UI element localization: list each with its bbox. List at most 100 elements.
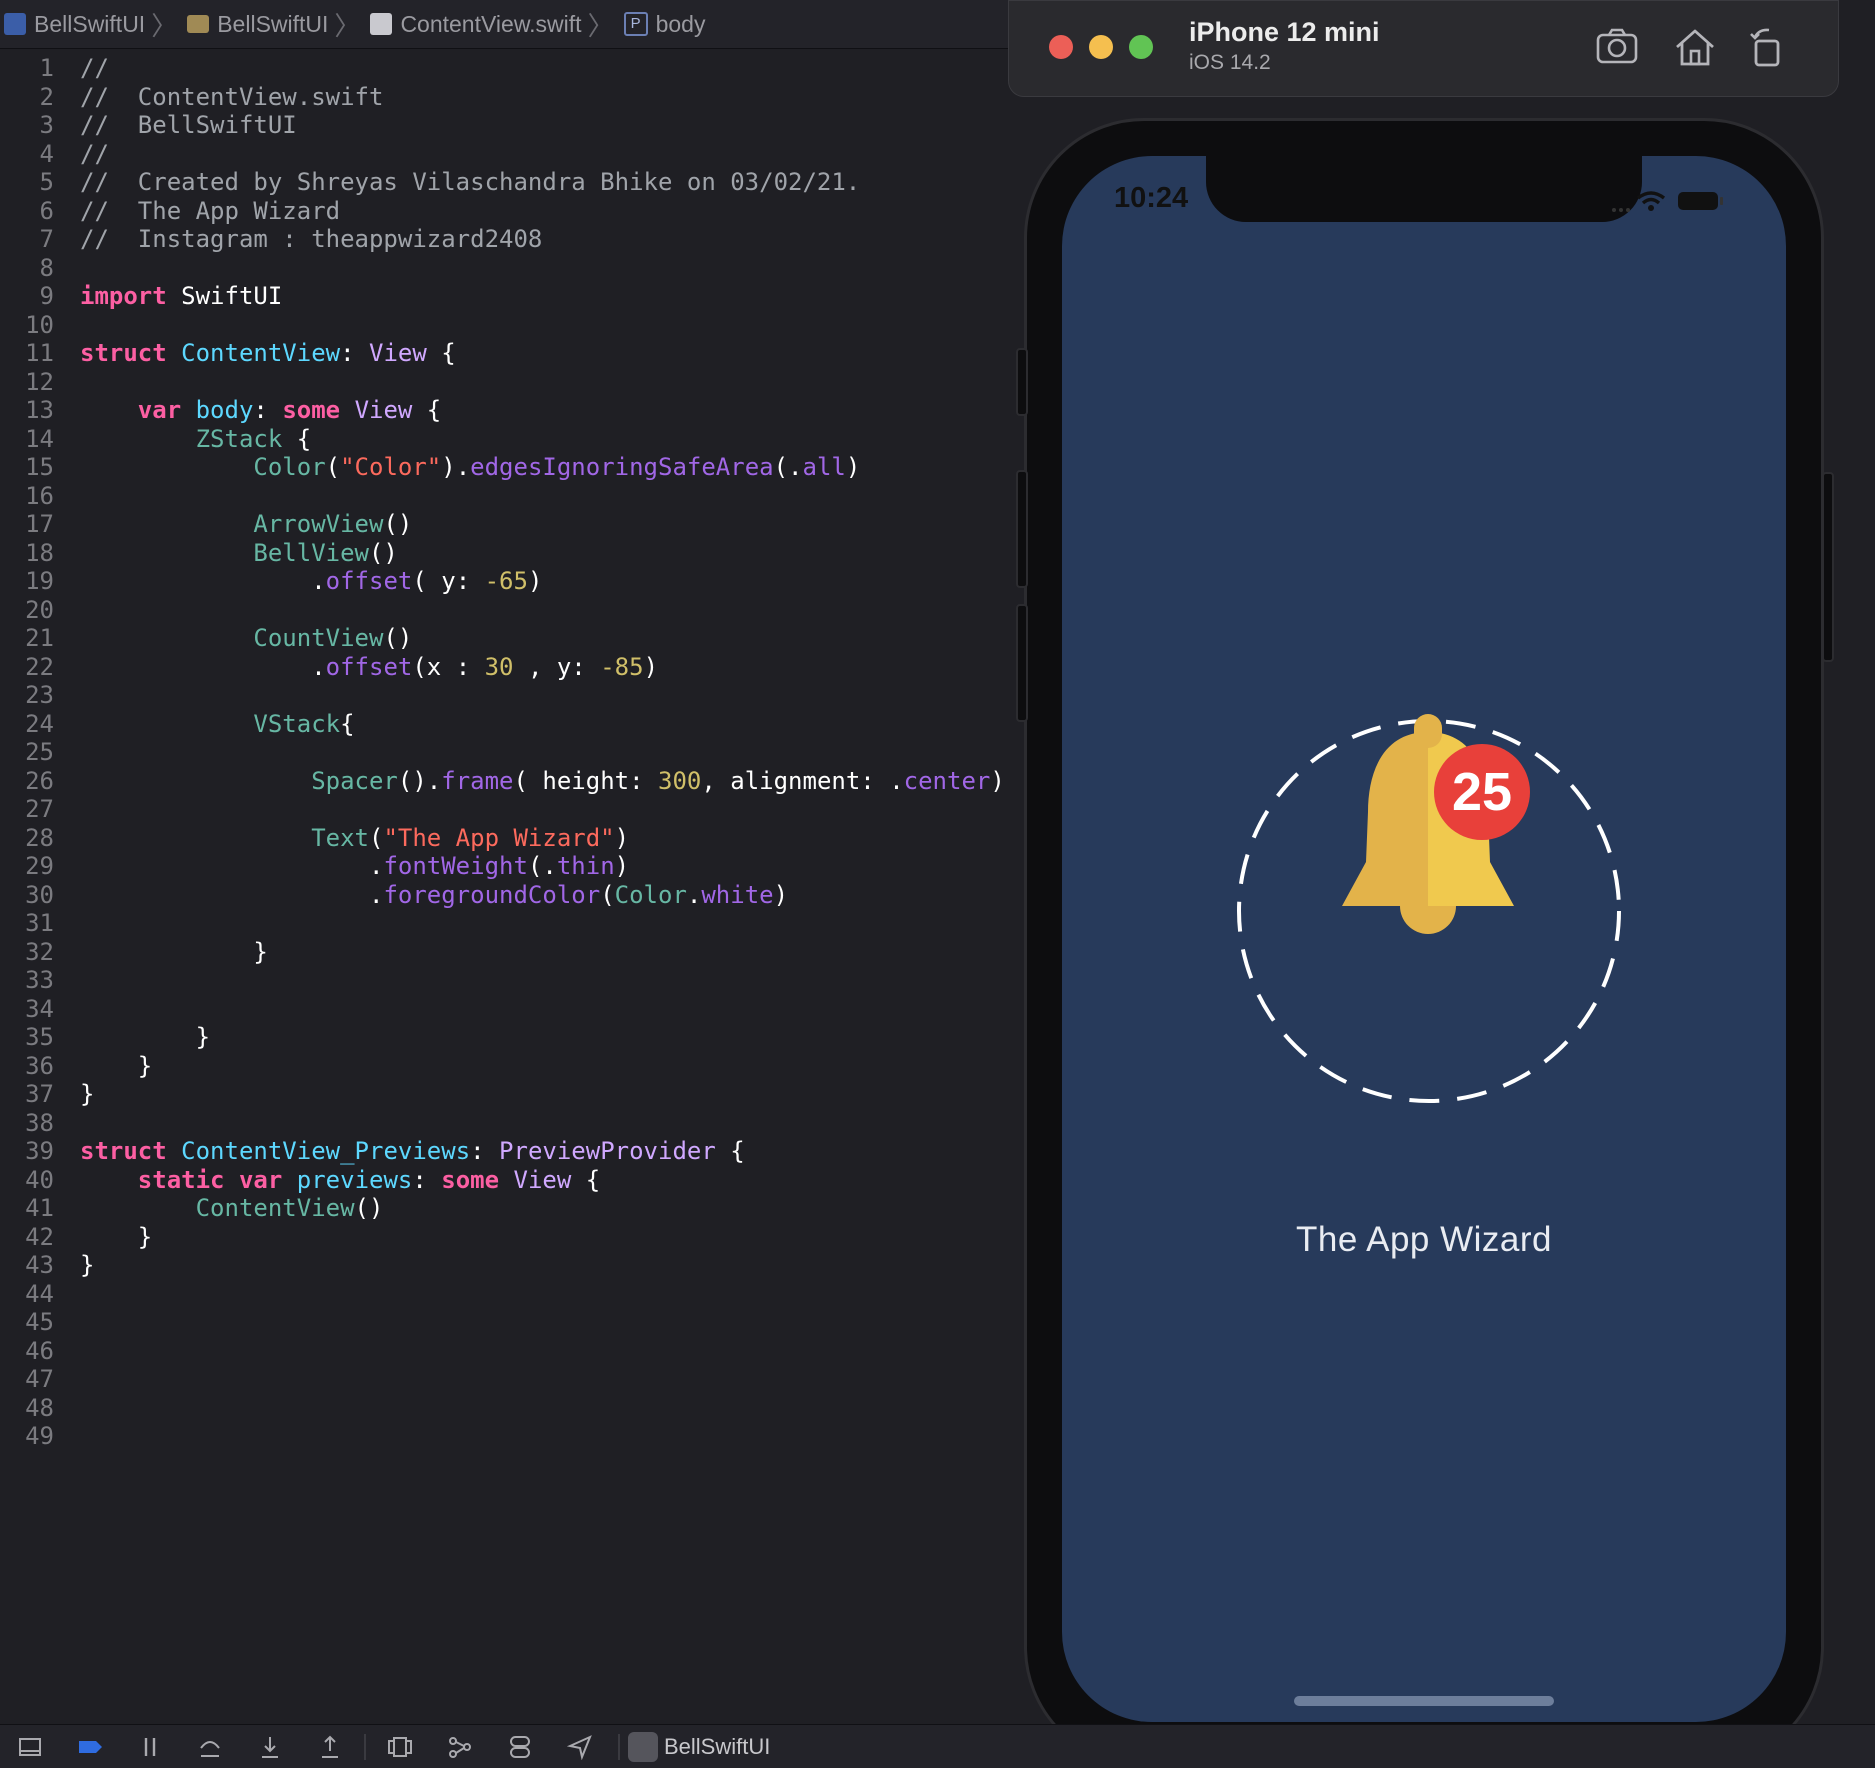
zoom-window-button[interactable] <box>1129 35 1153 59</box>
code-token: ZStack <box>195 424 283 453</box>
project-icon <box>4 13 26 35</box>
code-token: ) <box>990 766 1005 795</box>
breadcrumb-project[interactable]: BellSwiftUI <box>0 11 145 38</box>
code-token: SwiftUI <box>166 282 283 310</box>
chevron-right-icon: 〉 <box>151 10 178 41</box>
sidebar-toggle-icon[interactable] <box>17 1734 43 1760</box>
code-line[interactable]: 49 <box>0 1419 1008 1453</box>
code-token: // The App Wizard <box>80 196 341 225</box>
code-token: ( <box>368 823 384 852</box>
code-token: ) <box>614 852 630 880</box>
code-token: View <box>369 339 427 367</box>
code-token: ContentView <box>181 339 341 367</box>
simulator-screen[interactable]: 10:24 25 The App Wizard <box>1062 156 1786 1722</box>
notification-count-badge: 25 <box>1434 744 1530 840</box>
power-button <box>1822 472 1834 662</box>
code-token: : <box>340 339 370 367</box>
code-token: center <box>903 766 991 795</box>
code-token: { <box>340 709 355 738</box>
code-token: VStack <box>253 709 341 738</box>
status-bar-time: 10:24 <box>1114 182 1189 214</box>
swift-file-icon <box>370 13 393 35</box>
divider <box>364 1733 366 1760</box>
breakpoint-icon[interactable] <box>77 1734 103 1760</box>
code-token: // <box>80 54 109 82</box>
step-into-icon[interactable] <box>257 1734 283 1760</box>
breadcrumb-folder[interactable]: BellSwiftUI <box>183 11 328 38</box>
app-title-text: The App Wizard <box>1296 1220 1552 1259</box>
code-token: . <box>80 652 326 681</box>
code-token: } <box>80 1051 153 1080</box>
code-token: offset <box>325 652 413 681</box>
code-token: View <box>513 1165 572 1194</box>
close-window-button[interactable] <box>1049 35 1073 59</box>
breadcrumb-project-label: BellSwiftUI <box>34 10 146 37</box>
home-indicator[interactable] <box>1294 1696 1554 1706</box>
code-token: ContentView <box>195 1194 355 1222</box>
minimize-window-button[interactable] <box>1089 35 1113 59</box>
code-token: } <box>80 1023 211 1051</box>
code-token: { <box>715 1137 745 1165</box>
code-token: . <box>80 567 326 595</box>
code-token: { <box>412 396 442 424</box>
location-icon[interactable] <box>567 1734 593 1760</box>
code-token: } <box>80 937 268 966</box>
code-token: , y: <box>513 652 601 681</box>
line-number[interactable]: 49 <box>0 1419 54 1453</box>
code-token: foregroundColor <box>383 880 601 909</box>
code-token: var <box>137 396 182 424</box>
code-token: } <box>80 1251 95 1279</box>
rotate-icon[interactable] <box>1747 25 1791 69</box>
code-token: static <box>137 1165 225 1194</box>
chevron-right-icon: 〉 <box>587 10 614 41</box>
step-over-icon[interactable] <box>197 1734 223 1760</box>
breadcrumb-symbol-label: body <box>655 10 706 37</box>
code-editor[interactable]: 1//2// ContentView.swift 3// BellSwiftUI 4… <box>0 49 1008 1724</box>
code-token: ) <box>845 453 861 481</box>
code-token: View <box>354 396 413 424</box>
screenshot-icon[interactable] <box>1595 25 1639 69</box>
code-token: ) <box>643 652 659 681</box>
step-out-icon[interactable] <box>317 1734 343 1760</box>
code-token: // Created by Shreyas Vilaschandra Bhike… <box>80 168 861 196</box>
property-icon: P <box>623 12 648 36</box>
code-token: white <box>701 880 774 909</box>
breadcrumb-symbol[interactable]: P body <box>620 10 706 38</box>
code-token: Text <box>311 823 369 852</box>
code-token: struct <box>80 1137 167 1165</box>
view-debugger-icon[interactable] <box>387 1734 413 1760</box>
code-token: } <box>80 1222 153 1251</box>
mute-switch <box>1016 348 1028 416</box>
code-token: -85 <box>600 652 644 681</box>
wifi-icon <box>1636 191 1666 211</box>
environment-overrides-icon[interactable] <box>507 1734 533 1760</box>
code-token: ) <box>614 823 630 852</box>
code-token: Color <box>253 453 326 481</box>
code-token: some <box>282 396 341 424</box>
pause-icon[interactable] <box>137 1734 163 1760</box>
volume-down-button <box>1016 604 1028 722</box>
code-token: () <box>354 1194 384 1222</box>
memory-graph-icon[interactable] <box>447 1734 473 1760</box>
app-scheme-icon <box>628 1731 658 1762</box>
scheme-label[interactable]: BellSwiftUI <box>664 1734 770 1760</box>
code-token: : <box>253 396 283 424</box>
code-token: // <box>80 139 109 168</box>
code-token: // BellSwiftUI <box>80 111 297 139</box>
code-token: Spacer <box>311 766 398 795</box>
code-token: { <box>571 1165 601 1194</box>
breadcrumb-file[interactable]: ContentView.swift <box>366 10 582 38</box>
breadcrumb-file-label: ContentView.swift <box>400 10 582 37</box>
home-icon[interactable] <box>1673 25 1717 69</box>
code-token: ( <box>600 880 615 909</box>
